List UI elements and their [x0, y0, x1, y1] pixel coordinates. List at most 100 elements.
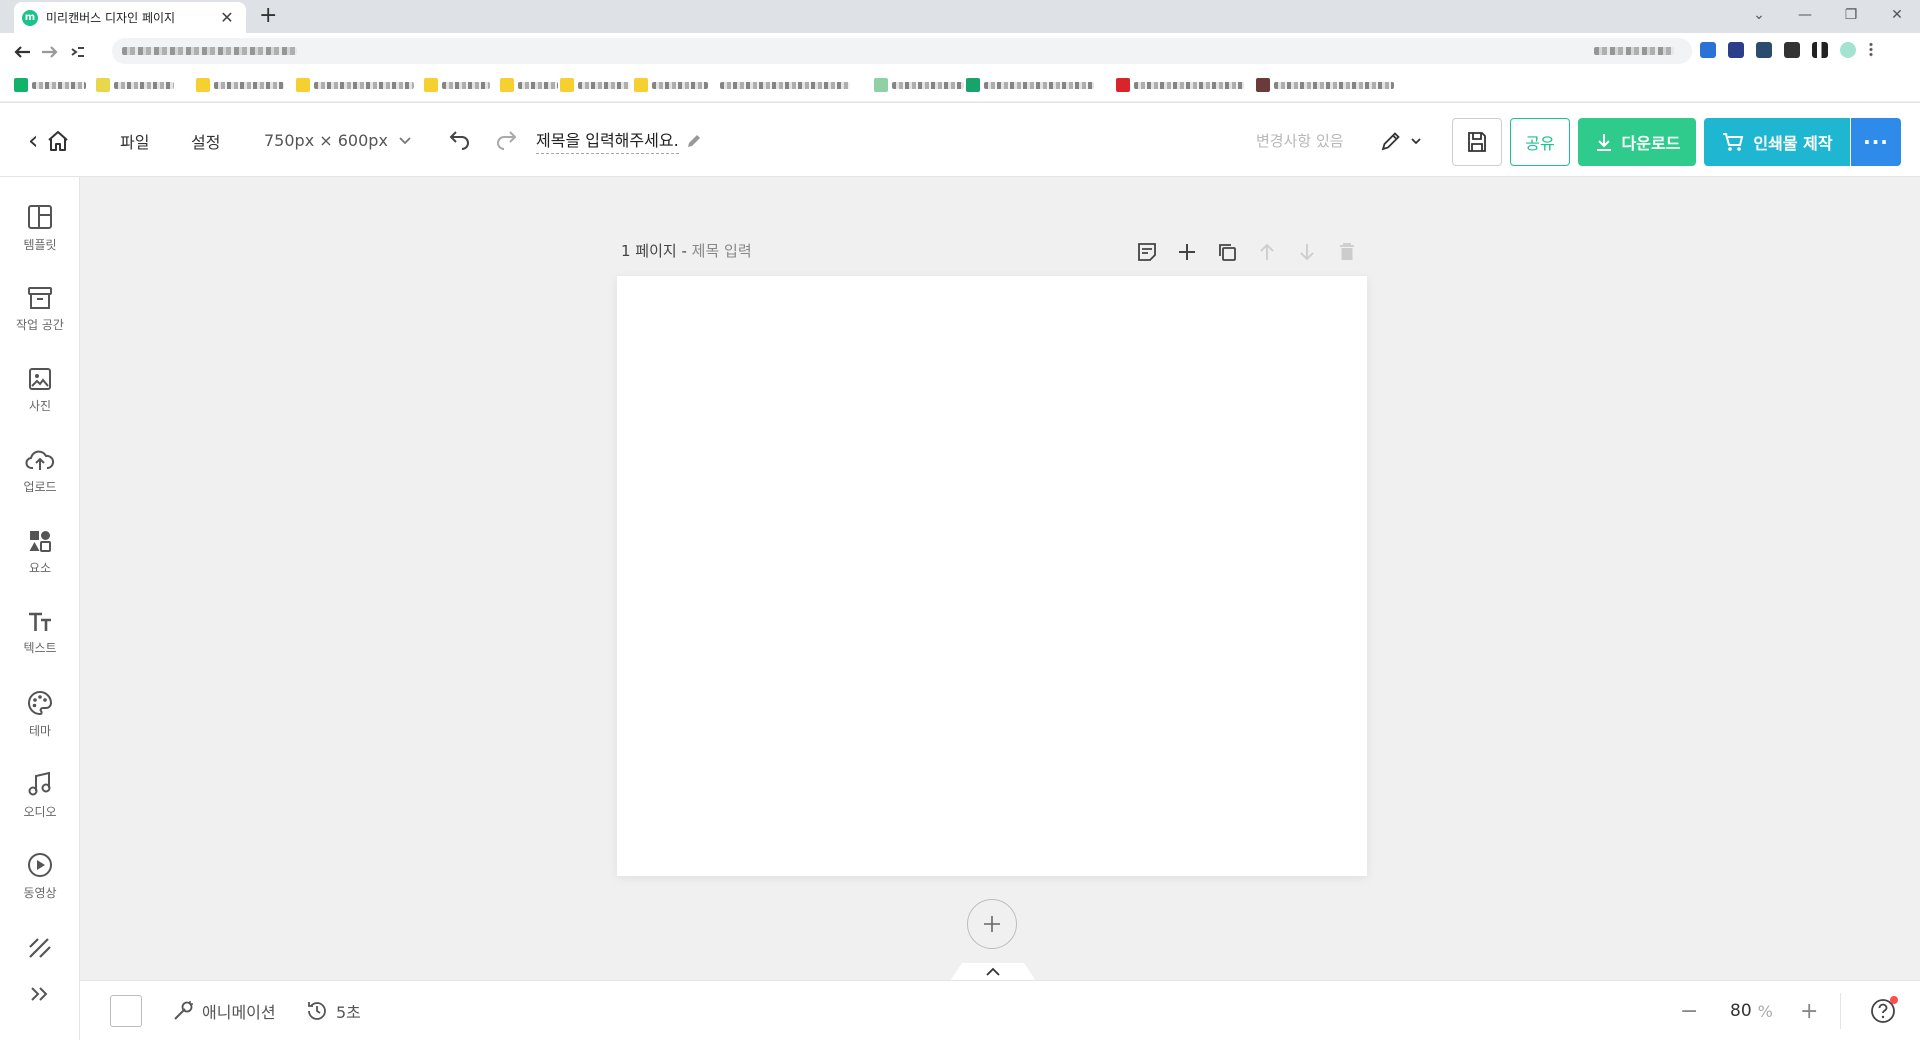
window-close-icon[interactable]: ✕: [1874, 0, 1920, 30]
duplicate-page-button[interactable]: [1215, 240, 1239, 264]
page-duration-button[interactable]: 5초: [306, 981, 361, 1040]
omnibox-actions-redacted: [1594, 47, 1674, 55]
bookmark-item[interactable]: [874, 78, 964, 92]
bookmark-item[interactable]: [96, 78, 174, 92]
chevron-left-icon[interactable]: ‹: [28, 126, 38, 156]
add-page-circle-button[interactable]: [967, 899, 1017, 949]
save-button[interactable]: [1452, 118, 1502, 166]
bookmark-item[interactable]: [1256, 78, 1394, 92]
tab-search-icon[interactable]: ⌄: [1736, 0, 1782, 30]
sidebar-item-workspace[interactable]: 작업 공간: [0, 276, 80, 342]
background-color-swatch[interactable]: [110, 981, 142, 1040]
zoom-level[interactable]: 80 %: [1730, 981, 1773, 1040]
sidebar-item-text[interactable]: 텍스트: [0, 600, 80, 666]
history-clock-icon: [308, 1002, 326, 1020]
bookmark-item[interactable]: [14, 78, 86, 92]
magic-wand-icon: [174, 1001, 193, 1020]
site-favicon-icon: m: [22, 9, 38, 26]
bookmark-item[interactable]: [560, 78, 630, 92]
zoom-in-button[interactable]: +: [1800, 981, 1818, 1040]
edit-mode-dropdown[interactable]: [1380, 103, 1422, 178]
sidebar-item-video[interactable]: 동영상: [0, 843, 80, 909]
pencil-icon[interactable]: [685, 132, 703, 150]
bookmark-item[interactable]: [296, 78, 414, 92]
page-title-input[interactable]: 제목 입력: [692, 242, 752, 260]
home-icon[interactable]: [46, 130, 70, 152]
add-page-button[interactable]: [1175, 240, 1199, 264]
sidebar-expand-button[interactable]: [0, 974, 80, 1014]
bookmark-item[interactable]: [1116, 78, 1244, 92]
extension-icon[interactable]: [1728, 42, 1744, 58]
back-arrow-icon[interactable]: [10, 43, 34, 61]
page-actions: [1135, 240, 1359, 264]
address-input[interactable]: [112, 38, 1692, 64]
extension-icon[interactable]: [1756, 42, 1772, 58]
zoom-out-button[interactable]: −: [1680, 981, 1698, 1040]
design-title[interactable]: 제목을 입력해주세요.: [536, 103, 703, 178]
sidebar-item-upload[interactable]: 업로드: [0, 438, 80, 504]
bookmark-item[interactable]: [966, 78, 1094, 92]
video-icon: [28, 852, 52, 877]
bookmark-item[interactable]: [634, 78, 708, 92]
bookmark-item[interactable]: [720, 79, 850, 91]
minimize-icon[interactable]: —: [1782, 0, 1828, 30]
move-page-up-button[interactable]: [1255, 240, 1279, 264]
new-tab-button[interactable]: +: [259, 3, 277, 28]
bookmark-item[interactable]: [500, 78, 558, 92]
design-canvas[interactable]: [617, 276, 1367, 876]
bookmark-item[interactable]: [424, 78, 490, 92]
delete-page-button[interactable]: [1335, 240, 1359, 264]
bookmark-label-redacted: [1134, 81, 1244, 89]
download-button[interactable]: 다운로드: [1578, 118, 1696, 166]
settings-menu[interactable]: 설정: [191, 103, 220, 178]
animation-label: 애니메이션: [202, 1003, 276, 1022]
profile-avatar-icon[interactable]: [1840, 42, 1856, 58]
workspace-icon: [28, 286, 52, 309]
cart-icon: [1723, 133, 1744, 151]
sidebar-item-theme[interactable]: 테마: [0, 681, 80, 747]
canvas-size-dropdown[interactable]: 750px × 600px: [264, 103, 412, 178]
page-list-toggle[interactable]: [950, 963, 1036, 981]
forward-arrow-icon[interactable]: [38, 43, 62, 61]
bookmark-favicon-icon: [296, 78, 310, 92]
extension-icons: [1700, 42, 1874, 58]
file-menu[interactable]: 파일: [120, 103, 149, 178]
extensions-puzzle-icon[interactable]: [1784, 42, 1800, 58]
sidebar-item-background[interactable]: [0, 928, 80, 968]
reload-icon[interactable]: [66, 43, 90, 61]
sidebar-item-label: 오디오: [23, 804, 57, 819]
undo-icon: [449, 130, 469, 150]
bookmark-item[interactable]: [196, 78, 284, 92]
tab-close-icon[interactable]: ✕: [218, 8, 236, 27]
sidebar-item-label: 작업 공간: [16, 317, 64, 332]
sidebar-item-label: 동영상: [23, 885, 57, 900]
extension-icon[interactable]: [1700, 42, 1716, 58]
divider: [1840, 993, 1841, 1029]
color-swatch[interactable]: [110, 995, 142, 1027]
sidebar-item-label: 테마: [28, 723, 52, 738]
duration-label: 5초: [336, 1003, 361, 1022]
sidebar-item-photo[interactable]: 사진: [0, 357, 80, 423]
browser-tab-active[interactable]: m 미리캔버스 디자인 페이지 ✕: [14, 2, 246, 33]
redo-button[interactable]: [494, 103, 518, 178]
sidebar-item-template[interactable]: 템플릿: [0, 195, 80, 261]
more-options-button[interactable]: ···: [1851, 118, 1901, 166]
animation-button[interactable]: 애니메이션: [172, 981, 276, 1040]
sidepanel-icon[interactable]: [1812, 42, 1828, 58]
share-button[interactable]: 공유: [1510, 118, 1570, 166]
browser-menu-icon[interactable]: [1868, 42, 1874, 58]
bookmark-favicon-icon: [560, 78, 574, 92]
page-memo-button[interactable]: [1135, 240, 1159, 264]
template-icon: [28, 204, 52, 229]
plus-icon: [984, 916, 1000, 932]
move-page-down-button[interactable]: [1295, 240, 1319, 264]
help-button[interactable]: [1870, 981, 1898, 1040]
design-title-input[interactable]: 제목을 입력해주세요.: [536, 127, 679, 154]
sidebar-item-audio[interactable]: 오디오: [0, 762, 80, 828]
palette-icon: [28, 690, 53, 715]
home-nav[interactable]: ‹: [28, 103, 70, 178]
print-order-button[interactable]: 인쇄물 제작: [1704, 118, 1850, 166]
sidebar-item-elements[interactable]: 요소: [0, 519, 80, 585]
undo-button[interactable]: [448, 103, 472, 178]
restore-icon[interactable]: ❐: [1828, 0, 1874, 30]
